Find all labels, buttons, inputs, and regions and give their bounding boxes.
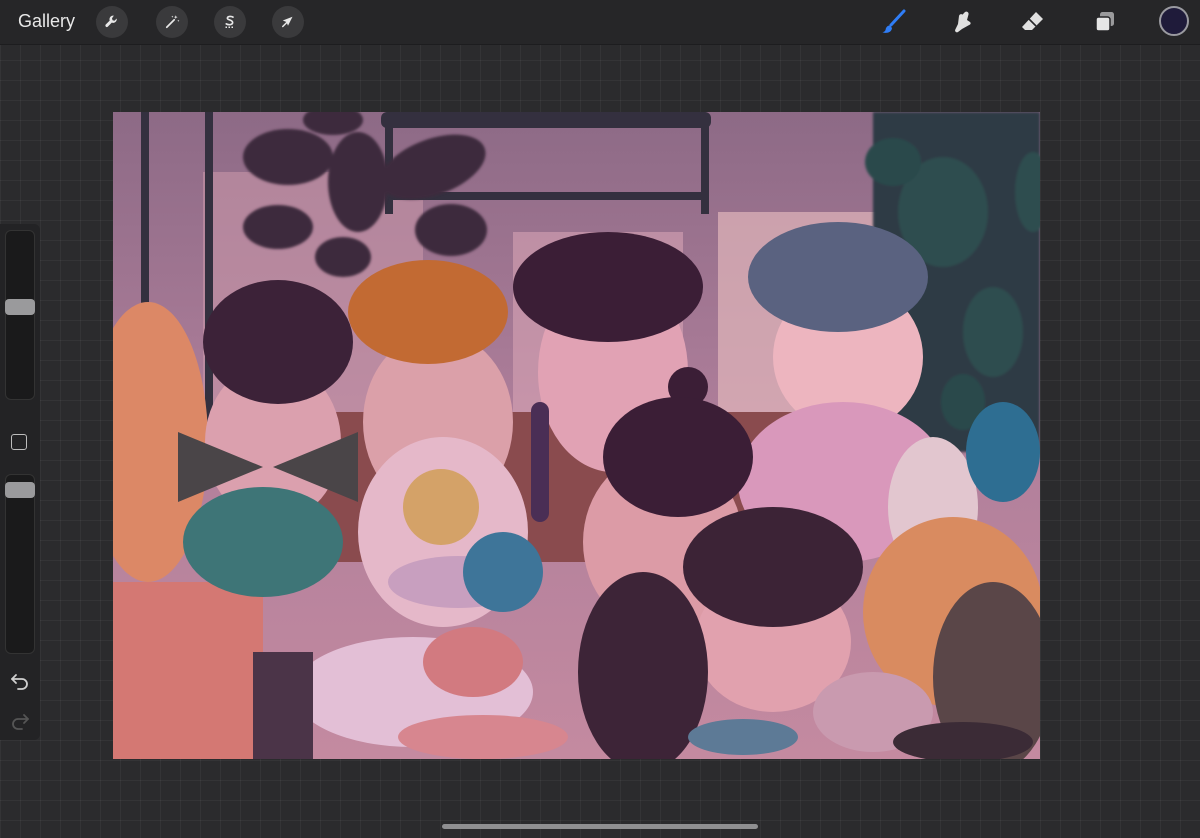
undo-icon[interactable] xyxy=(10,672,30,690)
magic-wand-icon xyxy=(165,15,180,29)
redo-icon[interactable] xyxy=(10,712,30,730)
erase-tool-button[interactable] xyxy=(1016,6,1050,38)
brush-sidebar xyxy=(0,224,40,740)
brush-size-thumb[interactable] xyxy=(5,299,35,316)
smudge-icon xyxy=(955,11,971,33)
layers-icon xyxy=(1095,12,1114,32)
opacity-thumb[interactable] xyxy=(5,482,35,499)
top-toolbar: Gallery xyxy=(0,0,1200,45)
arrow-cursor-icon xyxy=(282,16,293,28)
wrench-icon xyxy=(105,15,117,28)
modify-button[interactable] xyxy=(11,434,27,450)
color-picker-button[interactable] xyxy=(1159,6,1189,36)
transform-button[interactable] xyxy=(272,6,304,38)
smudge-tool-button[interactable] xyxy=(946,6,980,38)
adjustments-button[interactable] xyxy=(156,6,188,38)
eraser-icon xyxy=(1022,12,1043,30)
layers-button[interactable] xyxy=(1088,6,1122,38)
gallery-button[interactable]: Gallery xyxy=(18,11,75,32)
selection-button[interactable] xyxy=(214,6,246,38)
brush-icon xyxy=(882,9,906,33)
selection-s-icon xyxy=(225,15,234,28)
drawing-canvas[interactable] xyxy=(113,112,1040,759)
opacity-slider[interactable] xyxy=(5,474,35,654)
artwork-illustration xyxy=(113,112,1040,759)
actions-button[interactable] xyxy=(96,6,128,38)
home-indicator xyxy=(442,824,758,829)
paint-tool-button[interactable] xyxy=(876,6,910,38)
